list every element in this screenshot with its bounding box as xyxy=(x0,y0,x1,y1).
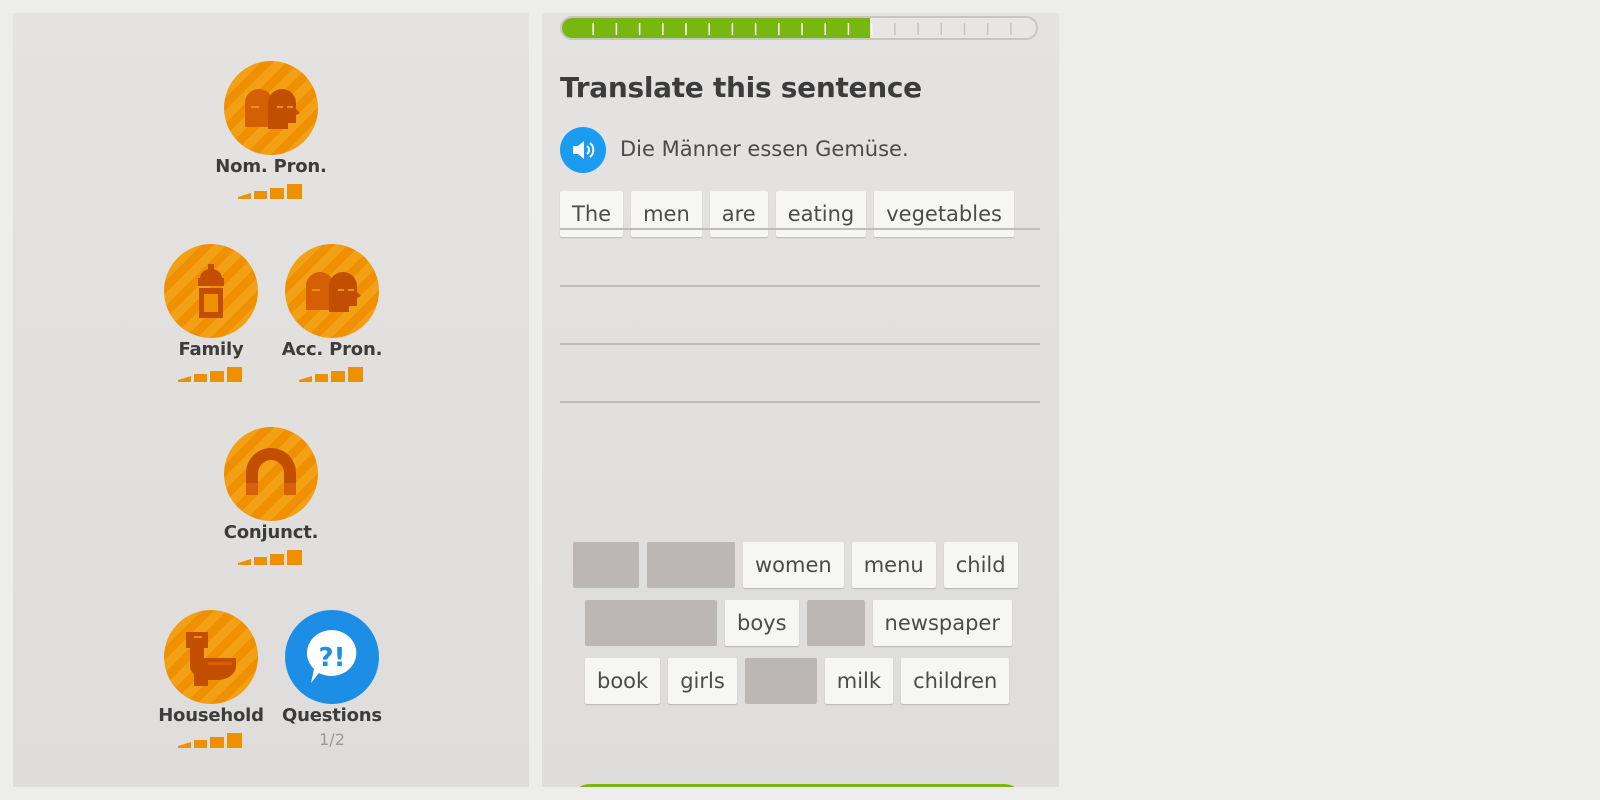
check-button[interactable] xyxy=(570,784,1024,787)
word-bank-token[interactable]: newspaper xyxy=(872,600,1012,646)
strength-bars xyxy=(178,367,242,382)
word-bank-token[interactable]: women xyxy=(743,542,844,588)
word-bank-token[interactable]: child xyxy=(943,542,1018,588)
answer-token[interactable]: vegetables xyxy=(874,191,1014,237)
strength-bars xyxy=(178,733,242,748)
word-bank-row: women menu child xyxy=(573,542,1018,588)
answer-line xyxy=(560,401,1040,403)
word-bank-slot-used[interactable] xyxy=(744,658,817,704)
word-bank-token[interactable]: milk xyxy=(824,658,894,704)
skill-label: Family xyxy=(178,339,244,360)
skill-label: Questions xyxy=(282,705,382,726)
skill-tree-panel: Nom. Pron. Family Acc. Pron. Conjunct. H… xyxy=(13,13,529,787)
prompt-title: Translate this sentence xyxy=(560,71,922,104)
skill-circle xyxy=(164,244,258,338)
skill-questions[interactable]: ?! Questions 1/2 xyxy=(267,610,397,749)
answer-line xyxy=(560,343,1040,345)
word-bank-row: book girls milk children xyxy=(585,658,1010,704)
answer-line xyxy=(560,285,1040,287)
exercise-panel: Translate this sentence Die Männer essen… xyxy=(542,13,1059,787)
skill-conjunct[interactable]: Conjunct. xyxy=(206,427,336,569)
faces-icon xyxy=(306,272,361,312)
answer-area[interactable]: The men are eating vegetables xyxy=(560,191,1014,237)
skill-circle xyxy=(164,610,258,704)
skill-label: Household xyxy=(158,705,264,726)
skill-acc-pron[interactable]: Acc. Pron. xyxy=(267,244,397,386)
skill-circle: ?! xyxy=(285,610,379,704)
lesson-progress-bar xyxy=(560,16,1038,40)
speaker-icon xyxy=(573,141,595,159)
word-bank-token[interactable]: boys xyxy=(725,600,799,646)
word-bank-slot-used[interactable] xyxy=(585,600,717,646)
word-bank-slot-used[interactable] xyxy=(573,542,639,588)
word-bank-token[interactable]: girls xyxy=(668,658,737,704)
source-sentence: Die Männer essen Gemüse. xyxy=(620,137,909,161)
svg-text:?!: ?! xyxy=(319,643,346,673)
answer-token[interactable]: The xyxy=(560,191,624,237)
answer-token[interactable]: are xyxy=(709,191,768,237)
word-bank-token[interactable]: menu xyxy=(851,542,936,588)
progress-ticks xyxy=(592,23,1012,35)
word-bank-slot-used[interactable] xyxy=(806,600,865,646)
strength-bars xyxy=(299,367,363,382)
toilet-icon xyxy=(186,632,236,686)
skill-family[interactable]: Family xyxy=(146,244,276,386)
faces-icon xyxy=(245,89,300,129)
skill-label: Conjunct. xyxy=(223,522,319,543)
skill-household[interactable]: Household xyxy=(146,610,276,752)
word-bank-row: boys newspaper xyxy=(585,600,1012,646)
magnet-icon xyxy=(246,448,296,495)
play-audio-button[interactable] xyxy=(560,127,606,173)
skill-circle xyxy=(224,61,318,155)
baby-bottle-icon xyxy=(198,264,224,318)
skill-circle xyxy=(285,244,379,338)
answer-line xyxy=(560,228,1040,230)
question-bubble-icon: ?! xyxy=(306,630,357,683)
skill-progress-text: 1/2 xyxy=(319,730,345,749)
word-bank-token[interactable]: book xyxy=(585,658,661,704)
answer-token[interactable]: eating xyxy=(775,191,867,237)
strength-bars xyxy=(238,550,302,565)
skill-nom-pron[interactable]: Nom. Pron. xyxy=(206,61,336,203)
word-bank-token[interactable]: children xyxy=(901,658,1010,704)
word-bank-slot-used[interactable] xyxy=(647,542,735,588)
skill-label: Acc. Pron. xyxy=(281,339,383,360)
skill-label: Nom. Pron. xyxy=(215,156,327,177)
answer-token[interactable]: men xyxy=(631,191,702,237)
strength-bars xyxy=(238,184,302,199)
skill-circle xyxy=(224,427,318,521)
